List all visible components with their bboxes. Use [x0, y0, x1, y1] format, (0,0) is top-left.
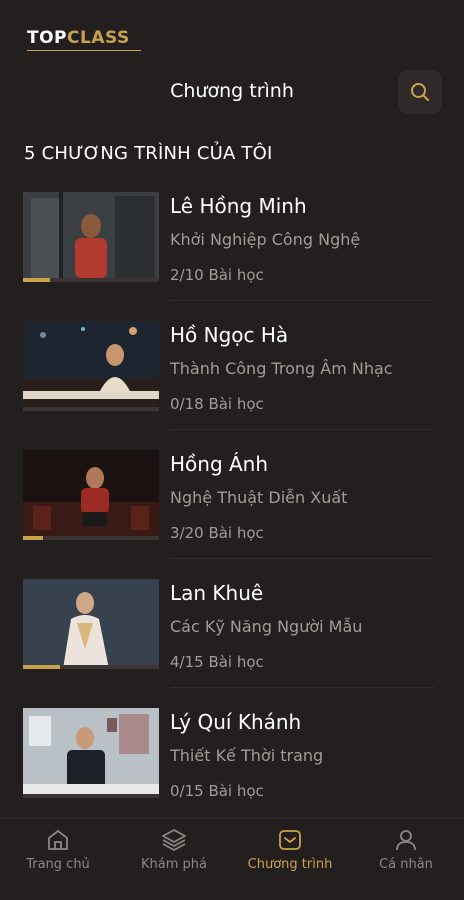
progress-bar: [23, 794, 159, 798]
course-title: Thiết Kế Thời trang: [170, 746, 324, 765]
course-title: Khởi Nghiệp Công Nghệ: [170, 230, 361, 249]
program-icon: [279, 830, 301, 850]
lesson-count: 4/15 Bài học: [170, 653, 264, 671]
progress-bar: [23, 278, 159, 282]
lesson-count: 3/20 Bài học: [170, 524, 264, 542]
lesson-count: 2/10 Bài học: [170, 266, 264, 284]
progress-bar: [23, 536, 159, 540]
lesson-count: 0/15 Bài học: [170, 782, 264, 800]
topclass-logo: TOPCLASS: [27, 28, 141, 54]
tab-home[interactable]: Trang chủ: [0, 819, 116, 900]
course-title: Thành Công Trong Âm Nhạc: [170, 359, 393, 378]
logo-part-class: CLASS: [67, 28, 130, 48]
program-list: Lê Hồng Minh Khởi Nghiệp Công Nghệ 2/10 …: [0, 192, 464, 837]
tab-programs[interactable]: Chương trình: [232, 819, 348, 900]
row-divider: [170, 300, 434, 301]
program-item[interactable]: Hồng Ánh Nghệ Thuật Diễn Xuất 3/20 Bài h…: [0, 450, 464, 579]
lesson-count: 0/18 Bài học: [170, 395, 264, 413]
progress-fill: [23, 278, 51, 282]
instructor-name: Hồ Ngọc Hà: [170, 323, 289, 347]
tab-label: Khám phá: [141, 857, 207, 872]
instructor-name: Lan Khuê: [170, 581, 264, 605]
progress-bar: [23, 407, 159, 411]
program-item[interactable]: Hồ Ngọc Hà Thành Công Trong Âm Nhạc 0/18…: [0, 321, 464, 450]
user-icon: [396, 830, 416, 851]
program-thumbnail: [23, 192, 159, 282]
home-icon: [48, 830, 68, 850]
bottom-tab-bar: Trang chủ Khám phá Chương trình Cá nhân: [0, 818, 464, 900]
instructor-name: Hồng Ánh: [170, 452, 269, 476]
tab-profile[interactable]: Cá nhân: [348, 819, 464, 900]
row-divider: [170, 558, 434, 559]
logo-part-top: TOP: [27, 28, 68, 48]
progress-fill: [23, 536, 44, 540]
program-thumbnail: [23, 450, 159, 540]
tab-label: Chương trình: [247, 857, 333, 872]
tab-label: Trang chủ: [26, 857, 90, 872]
course-title: Nghệ Thuật Diễn Xuất: [170, 488, 348, 507]
search-button[interactable]: [398, 70, 442, 114]
instructor-name: Lê Hồng Minh: [170, 194, 307, 218]
tab-explore[interactable]: Khám phá: [116, 819, 232, 900]
page-title: Chương trình: [170, 80, 294, 102]
progress-bar: [23, 665, 159, 669]
program-thumbnail: [23, 321, 159, 411]
program-item[interactable]: Lê Hồng Minh Khởi Nghiệp Công Nghệ 2/10 …: [0, 192, 464, 321]
program-item[interactable]: Lan Khuê Các Kỹ Năng Người Mẫu 4/15 Bài …: [0, 579, 464, 708]
search-icon: [411, 83, 429, 101]
tab-label: Cá nhân: [379, 857, 433, 872]
course-title: Các Kỹ Năng Người Mẫu: [170, 617, 363, 636]
section-title: 5 CHƯƠNG TRÌNH CỦA TÔI: [24, 143, 273, 164]
instructor-name: Lý Quí Khánh: [170, 710, 302, 734]
program-thumbnail: [23, 708, 159, 798]
progress-fill: [23, 665, 60, 669]
layers-icon: [162, 829, 186, 851]
program-thumbnail: [23, 579, 159, 669]
logo-underline: [27, 50, 141, 51]
row-divider: [170, 429, 434, 430]
row-divider: [170, 687, 434, 688]
